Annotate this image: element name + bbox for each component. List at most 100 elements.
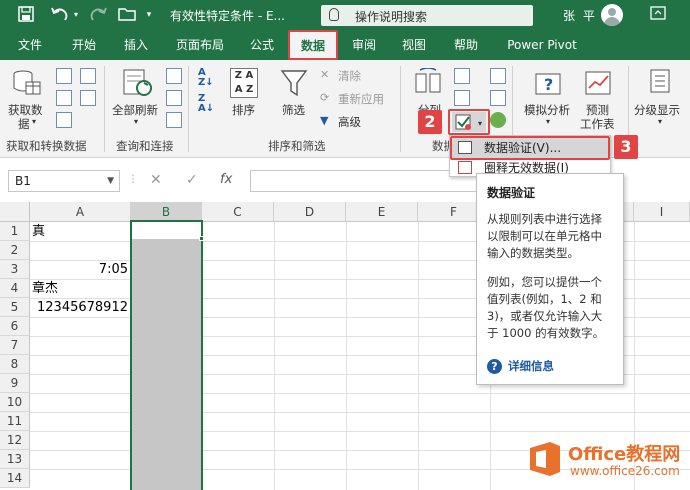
what-if-analysis-label[interactable]: 模拟分析: [524, 102, 570, 118]
gridline: [346, 222, 347, 490]
row-header[interactable]: 4: [0, 279, 30, 298]
ribbon-display-options-icon[interactable]: [650, 6, 666, 24]
tab-power-pivot[interactable]: Power Pivot: [500, 30, 584, 60]
relationships-icon[interactable]: [490, 90, 506, 106]
column-header-c[interactable]: C: [202, 202, 274, 222]
tab-view[interactable]: 视图: [392, 30, 436, 60]
highlight-data-tab: [288, 30, 338, 60]
edit-links-icon[interactable]: [166, 112, 182, 128]
forecast-sheet-icon[interactable]: [584, 68, 612, 98]
row-header[interactable]: 8: [0, 355, 30, 374]
consolidate-icon[interactable]: [490, 68, 506, 84]
fill-handle[interactable]: [199, 236, 204, 241]
cell-a1[interactable]: 真: [32, 222, 45, 241]
row-header[interactable]: 9: [0, 374, 30, 393]
svg-text:?: ?: [544, 75, 553, 94]
text-to-columns-icon[interactable]: [414, 67, 442, 98]
redo-icon[interactable]: [86, 6, 108, 24]
row-header[interactable]: 14: [0, 469, 30, 488]
step-3-marker: 3: [614, 135, 638, 159]
enter-icon[interactable]: ✓: [186, 172, 198, 188]
forecast-sheet-label[interactable]: 工作表: [580, 116, 615, 132]
row-header[interactable]: 5: [0, 298, 30, 317]
open-folder-icon[interactable]: [118, 6, 138, 24]
undo-icon[interactable]: [50, 6, 72, 24]
name-box[interactable]: B1 ▼: [8, 170, 120, 192]
flash-fill-icon[interactable]: [454, 68, 470, 84]
queries-connections-icon[interactable]: [166, 68, 182, 84]
separator: [400, 66, 401, 152]
sort-za-icon[interactable]: Z A↓: [198, 94, 220, 116]
what-if-dropdown-icon[interactable]: ▾: [546, 117, 550, 126]
row-header[interactable]: 11: [0, 412, 30, 431]
office-logo-icon: [526, 440, 564, 478]
outline-dropdown-icon[interactable]: ▾: [658, 117, 662, 126]
tell-me-more-link[interactable]: ? 详细信息: [487, 358, 554, 374]
row-header[interactable]: 7: [0, 336, 30, 355]
row-header[interactable]: 12: [0, 431, 30, 450]
refresh-all-label[interactable]: 全部刷新: [112, 102, 158, 118]
get-data-label-2[interactable]: 据: [18, 116, 30, 132]
cell-a3[interactable]: 7:05: [32, 260, 128, 279]
tab-review[interactable]: 审阅: [342, 30, 386, 60]
row-header[interactable]: 1: [0, 222, 30, 241]
tab-file[interactable]: 文件: [8, 30, 52, 60]
column-header-e[interactable]: E: [346, 202, 418, 222]
sort-icon[interactable]: Z AA Z: [230, 68, 258, 98]
tab-home[interactable]: 开始: [62, 30, 106, 60]
get-data-icon[interactable]: [12, 68, 42, 98]
filter-label[interactable]: 筛选: [282, 102, 305, 118]
user-name[interactable]: 张 平: [563, 7, 597, 24]
refresh-dropdown-icon[interactable]: ▾: [134, 117, 138, 126]
row-header[interactable]: 3: [0, 260, 30, 279]
customize-qat-icon[interactable]: ▾: [144, 6, 154, 24]
title-bar: ▾ ▾ 有效性特定条件 - E... 操作说明搜索 张 平: [0, 0, 690, 30]
highlight-data-validation-button: [448, 109, 490, 135]
document-title: 有效性特定条件 - E...: [170, 9, 285, 23]
existing-connections-icon[interactable]: [80, 90, 96, 106]
row-header[interactable]: 2: [0, 241, 30, 260]
row-header[interactable]: 13: [0, 450, 30, 469]
avatar[interactable]: [601, 4, 623, 26]
sort-az-icon[interactable]: A Z↓: [198, 68, 220, 90]
get-data-dropdown-icon[interactable]: ▾: [32, 117, 36, 126]
tab-insert[interactable]: 插入: [114, 30, 158, 60]
properties-icon[interactable]: [166, 90, 182, 106]
column-header-i[interactable]: I: [634, 202, 690, 222]
help-icon: ?: [487, 359, 502, 374]
column-header-d[interactable]: D: [274, 202, 346, 222]
insert-function-icon[interactable]: fx: [220, 172, 232, 187]
from-table-icon[interactable]: [56, 112, 72, 128]
tell-me-search[interactable]: 操作说明搜索: [321, 5, 533, 26]
gridline: [274, 222, 275, 490]
cancel-icon[interactable]: ✕: [150, 172, 162, 188]
outline-label[interactable]: 分级显示: [634, 102, 680, 118]
undo-dropdown-icon[interactable]: ▾: [72, 6, 80, 24]
row-header[interactable]: 10: [0, 393, 30, 412]
tab-formulas[interactable]: 公式: [240, 30, 284, 60]
save-icon[interactable]: [18, 6, 34, 24]
name-box-dropdown-icon[interactable]: ▼: [107, 171, 114, 191]
what-if-analysis-icon[interactable]: ?: [534, 68, 562, 98]
advanced-filter-label[interactable]: 高级: [338, 114, 361, 130]
column-header-b[interactable]: B: [131, 202, 202, 222]
column-header-a[interactable]: A: [30, 202, 131, 222]
cell-a5[interactable]: 12345678912: [32, 298, 128, 317]
outline-icon[interactable]: [648, 68, 672, 94]
cell-a4[interactable]: 章杰: [32, 279, 58, 298]
from-web-icon[interactable]: [56, 90, 72, 106]
select-all-corner[interactable]: [0, 202, 30, 222]
tab-page-layout[interactable]: 页面布局: [168, 30, 232, 60]
recent-sources-icon[interactable]: [80, 68, 96, 84]
manage-data-model-icon[interactable]: [490, 112, 506, 128]
ribbon-tabs: 文件 开始 插入 页面布局 公式 数据 审阅 视图 帮助 Power Pivot: [0, 30, 690, 60]
clear-filter-label[interactable]: 清除: [338, 68, 361, 84]
refresh-all-icon[interactable]: [122, 68, 154, 98]
sort-label[interactable]: 排序: [232, 102, 255, 118]
row-header[interactable]: 6: [0, 317, 30, 336]
from-text-icon[interactable]: [56, 68, 72, 84]
filter-icon[interactable]: [280, 68, 308, 98]
tab-help[interactable]: 帮助: [444, 30, 488, 60]
reapply-label[interactable]: 重新应用: [338, 91, 384, 107]
remove-duplicates-icon[interactable]: [454, 90, 470, 106]
